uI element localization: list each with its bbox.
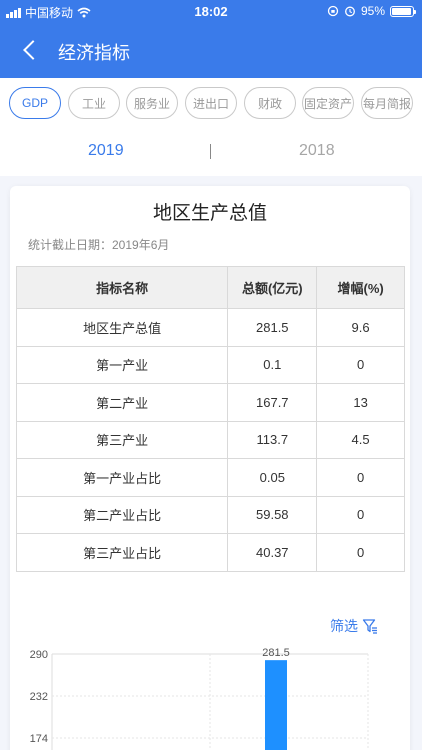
year-tab-2018[interactable]: 2018 [299,142,335,160]
cell-growth: 4.5 [316,420,405,459]
cell-growth: 0 [316,495,405,534]
year-tab-2019[interactable]: 2019 [88,142,124,160]
alarm-icon [345,6,355,17]
cell-total: 167.7 [227,383,318,422]
filter-icon [362,619,377,634]
tab-fixed-assets[interactable]: 固定资产 [302,87,354,119]
cell-name: 第一产业 [15,345,229,384]
status-bar: 中国移动 18:02 95% [0,0,422,22]
table-header-row: 指标名称 总额(亿元) 增幅(%) [15,266,405,309]
chart-y-tick-label: 232 [30,691,48,703]
tab-import-export[interactable]: 进出口 [185,87,237,119]
gdp-card: 地区生产总值 统计截止日期：2019年6月 指标名称 总额(亿元) 增幅(%) … [10,186,410,750]
table-row: 第三产业 113.7 4.5 [15,420,405,459]
category-tabs: GDP 工业 服务业 进出口 财政 固定资产 每月简报 [0,78,422,128]
back-icon[interactable] [20,38,42,62]
tab-monthly-brief[interactable]: 每月简报 [361,87,413,119]
tab-finance[interactable]: 财政 [244,87,296,119]
cell-total: 0.05 [227,458,318,497]
chart-bar [265,660,287,750]
chart-data-label: 281.5 [262,647,290,659]
cell-name: 地区生产总值 [15,308,229,347]
battery-percent: 95% [360,4,385,18]
filter-button[interactable]: 筛选 [330,616,378,636]
card-title: 地区生产总值 [152,203,267,224]
cell-total: 281.5 [227,308,318,347]
cell-growth: 0 [316,533,405,572]
cell-growth: 13 [316,383,405,422]
tab-industry[interactable]: 工业 [68,87,120,119]
year-selector: 2019 2018 [0,128,422,176]
tab-gdp[interactable]: GDP [9,87,61,119]
cell-name: 第二产业 [15,383,229,422]
chart-y-tick-label: 174 [30,733,48,745]
column-header-name: 指标名称 [15,266,229,309]
orientation-lock-icon [327,5,339,17]
chart-y-tick-label: 290 [30,649,48,661]
table-row: 地区生产总值 281.5 9.6 [15,308,405,347]
statistic-date: 统计截止日期：2019年6月 [28,238,170,252]
cell-name: 第一产业占比 [15,458,229,497]
gdp-bar-chart: 290 232 174 281.5 [30,647,369,750]
cell-growth: 9.6 [316,308,405,347]
column-header-growth: 增幅(%) [316,266,405,309]
year-separator [210,144,211,159]
filter-label: 筛选 [330,618,358,634]
cell-name: 第二产业占比 [15,495,229,534]
table-row: 第一产业 0.1 0 [15,345,405,384]
navigation-bar: 经济指标 [0,22,422,78]
cell-growth: 0 [316,458,405,497]
table-row: 第三产业占比 40.37 0 [15,533,405,572]
cell-total: 113.7 [227,420,318,459]
indicator-table: 指标名称 总额(亿元) 增幅(%) 地区生产总值 281.5 9.6 第一产业 … [15,266,405,572]
cell-name: 第三产业占比 [15,533,229,572]
battery-icon [390,5,416,17]
table-row: 第一产业占比 0.05 0 [15,458,405,497]
cell-name: 第三产业 [15,420,229,459]
column-header-total: 总额(亿元) [227,266,318,309]
cell-total: 59.58 [227,495,318,534]
page-title: 经济指标 [58,43,130,63]
table-row: 第二产业占比 59.58 0 [15,495,405,534]
cell-total: 0.1 [227,345,318,384]
cell-growth: 0 [316,345,405,384]
table-row: 第二产业 167.7 13 [15,383,405,422]
cell-total: 40.37 [227,533,318,572]
tab-services[interactable]: 服务业 [126,87,178,119]
